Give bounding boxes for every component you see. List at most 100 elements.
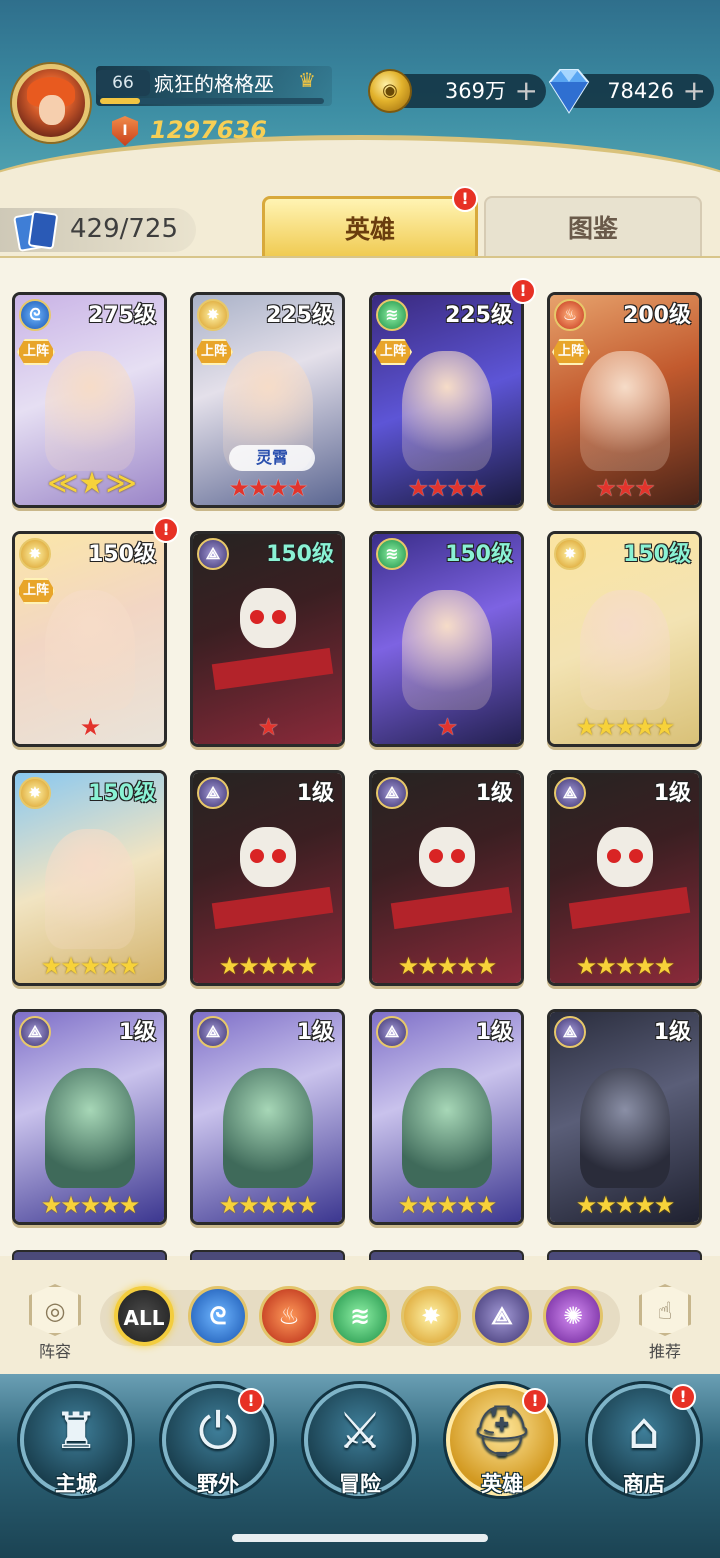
- dark-element-icon: ⟁: [554, 1016, 586, 1048]
- home-indicator[interactable]: [232, 1534, 488, 1542]
- hero-level: 1级: [653, 781, 691, 806]
- hero-level: 1级: [296, 781, 334, 806]
- hero-card-partial[interactable]: [12, 1250, 167, 1260]
- hero-figure: [44, 828, 135, 949]
- filter-arcane-icon[interactable]: ✺: [543, 1286, 603, 1346]
- hero-card[interactable]: ⟁ 1级 ★★★★★: [190, 770, 345, 986]
- cards-icon: [13, 210, 60, 252]
- deployed-badge: 上阵: [374, 339, 412, 365]
- hero-card[interactable]: ♨ 200级 上阵 ★★★: [547, 292, 702, 508]
- hero-figure: [44, 1067, 135, 1188]
- hero-card[interactable]: ᘓ 275级 上阵 ≪★≫: [12, 292, 167, 508]
- hero-figure: [401, 1067, 492, 1188]
- hero-card[interactable]: ⟁ 1级 ★★★★★: [369, 1009, 524, 1225]
- nav-main-city[interactable]: ♜ 主城: [20, 1384, 132, 1496]
- hero-card[interactable]: ✸ 150级 ★★★★★: [12, 770, 167, 986]
- exp-bar-fill: [100, 98, 141, 104]
- filter-dark-icon[interactable]: ⟁: [472, 1286, 532, 1346]
- skull-mask: [239, 588, 296, 648]
- hero-collection-count: 429/725: [70, 214, 179, 244]
- hero-level: 1级: [653, 1020, 691, 1045]
- gem-amount: 78426: [607, 79, 674, 103]
- sword-icon: ⚔: [337, 1402, 383, 1460]
- hero-stars: ★★★★★: [575, 713, 676, 741]
- hero-stars: ★★★★★: [397, 1191, 498, 1219]
- hero-stars: ★: [79, 713, 102, 741]
- lineup-icon: ◎: [29, 1284, 81, 1336]
- hero-level: 225级: [445, 303, 513, 328]
- hero-alert-badge: !: [510, 278, 536, 304]
- hero-stars: ★★★★★: [397, 952, 498, 980]
- hero-card[interactable]: ⟁ 1级 ★★★★★: [369, 770, 524, 986]
- card-front: [27, 210, 59, 250]
- hero-card[interactable]: ⟁ 1级 ★★★★★: [547, 770, 702, 986]
- hero-card[interactable]: ≋ 150级 ★: [369, 531, 524, 747]
- recommend-button[interactable]: ☝ 推荐: [632, 1284, 698, 1362]
- nav-adventure-label: 冒险: [339, 1472, 381, 1496]
- hero-card[interactable]: ✸ 150级 上阵 ★: [12, 531, 167, 747]
- hero-figure: [579, 1067, 670, 1188]
- hero-card-partial[interactable]: [190, 1250, 345, 1260]
- hero-card[interactable]: ⟁ 1级 ★★★★★: [12, 1009, 167, 1225]
- gem-counter[interactable]: 78426 +: [548, 69, 714, 114]
- hero-level: 150级: [445, 542, 513, 567]
- filter-fire-icon[interactable]: ♨: [259, 1286, 319, 1346]
- player-name[interactable]: 疯狂的格格巫: [154, 68, 274, 97]
- exp-bar: [100, 98, 324, 104]
- skull-mask: [596, 827, 653, 887]
- hero-level: 150级: [88, 542, 156, 567]
- filter-light-icon[interactable]: ✸: [401, 1286, 461, 1346]
- dark-element-icon: ⟁: [197, 1016, 229, 1048]
- gold-amount: 369万: [444, 79, 506, 103]
- shop-icon: ⌂: [628, 1402, 660, 1460]
- hero-level: 1级: [475, 781, 513, 806]
- filter-wind-icon[interactable]: ≋: [330, 1286, 390, 1346]
- wind-element-icon: ≋: [376, 299, 408, 331]
- hero-stars: ★★★★★: [575, 1191, 676, 1219]
- add-gold-button[interactable]: +: [515, 74, 538, 108]
- hero-card-partial[interactable]: [547, 1250, 702, 1260]
- deployed-badge: 上阵: [17, 578, 55, 604]
- hero-card[interactable]: ✸ 225级 上阵 灵霄 ★★★★: [190, 292, 345, 508]
- lineup-button[interactable]: ◎ 阵容: [22, 1284, 88, 1362]
- hero-figure: [44, 350, 135, 471]
- avatar-face: [39, 95, 65, 125]
- dark-element-icon: ⟁: [554, 777, 586, 809]
- tab-heroes-alert-badge: !: [452, 186, 478, 212]
- hero-level: 150级: [623, 542, 691, 567]
- hero-level: 225级: [266, 303, 334, 328]
- filter-all-button[interactable]: ALL: [114, 1286, 174, 1346]
- hero-card-partial[interactable]: [369, 1250, 524, 1260]
- hero-stars: ★★★★★: [40, 1191, 141, 1219]
- dark-element-icon: ⟁: [197, 538, 229, 570]
- dark-element-icon: ⟁: [197, 777, 229, 809]
- deployed-badge: 上阵: [552, 339, 590, 365]
- hero-stars: ★: [257, 713, 280, 741]
- hero-card[interactable]: ✸ 150级 ★★★★★: [547, 531, 702, 747]
- player-level: 66: [96, 70, 150, 96]
- recommend-label: 推荐: [648, 1342, 681, 1361]
- hero-card[interactable]: ⟁ 1级 ★★★★★: [547, 1009, 702, 1225]
- tab-heroes[interactable]: 英雄: [262, 196, 478, 256]
- gold-coin-icon: ◉: [368, 69, 412, 113]
- hero-card[interactable]: ⟁ 1级 ★★★★★: [190, 1009, 345, 1225]
- filter-water-icon[interactable]: ᘓ: [188, 1286, 248, 1346]
- tab-codex[interactable]: 图鉴: [484, 196, 702, 256]
- hero-level: 150级: [266, 542, 334, 567]
- nav-main-city-label: 主城: [55, 1472, 97, 1496]
- deployed-badge: 上阵: [17, 339, 55, 365]
- hero-figure: [579, 350, 670, 471]
- crown-icon: ♛: [298, 68, 316, 92]
- hero-stars: ★★★: [595, 474, 656, 502]
- hero-figure: [222, 1067, 313, 1188]
- nav-adventure[interactable]: ⚔ 冒险: [304, 1384, 416, 1496]
- add-gem-button[interactable]: +: [683, 74, 706, 108]
- light-element-icon: ✸: [19, 777, 51, 809]
- wind-element-icon: ≋: [376, 538, 408, 570]
- hero-card[interactable]: ≋ 225级 上阵 ★★★★: [369, 292, 524, 508]
- player-avatar[interactable]: [12, 64, 90, 142]
- gold-counter[interactable]: ◉ 369万 +: [368, 69, 546, 113]
- lineup-label: 阵容: [38, 1342, 71, 1361]
- nav-shop-alert-badge: !: [670, 1384, 696, 1410]
- hero-card[interactable]: ⟁ 150级 ★: [190, 531, 345, 747]
